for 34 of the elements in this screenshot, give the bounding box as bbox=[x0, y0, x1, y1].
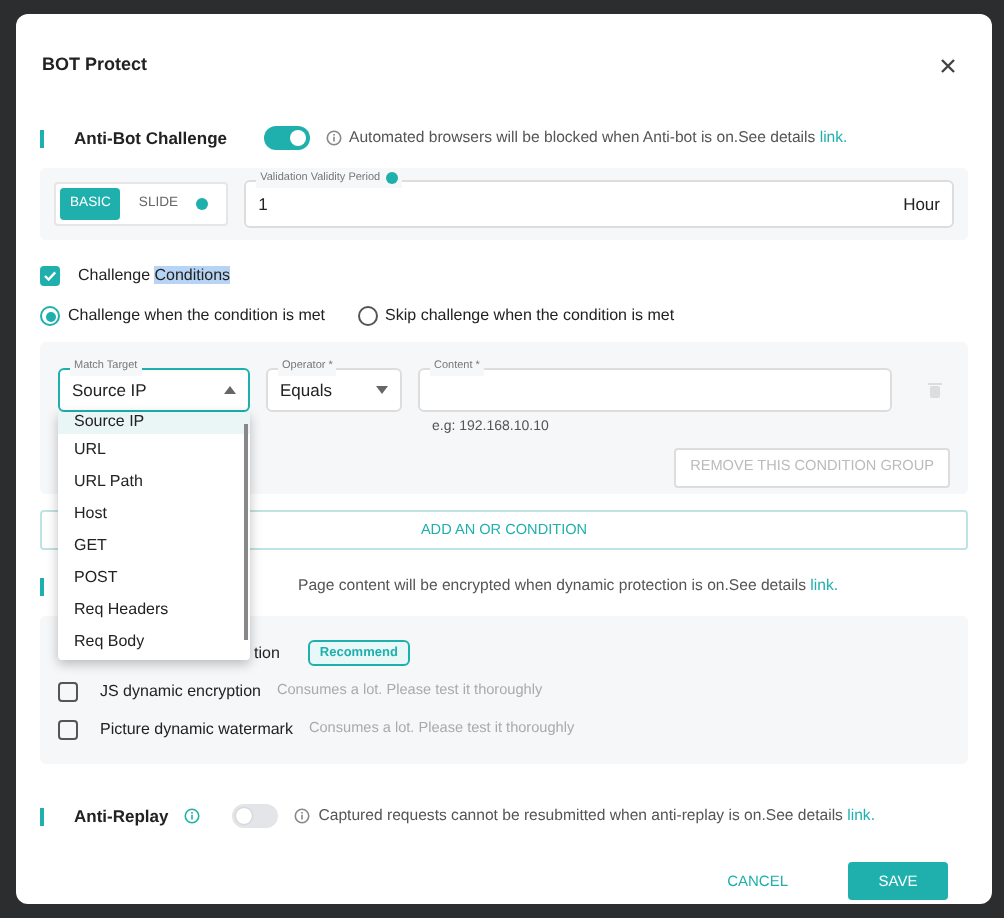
unit-label: Hour bbox=[903, 191, 940, 217]
checkbox-label: Challenge Conditions bbox=[78, 264, 231, 288]
info-icon bbox=[294, 808, 311, 824]
section-title: Anti-Replay bbox=[74, 803, 169, 829]
dialog-title: BOT Protect bbox=[42, 52, 148, 79]
radio-label: Skip challenge when the condition is met bbox=[385, 304, 675, 328]
dropdown-option[interactable]: Req Headers bbox=[58, 594, 250, 626]
checkbox[interactable] bbox=[58, 719, 78, 739]
info-icon bbox=[184, 808, 201, 824]
dropdown-option[interactable]: URL Path bbox=[58, 466, 250, 498]
radio-button[interactable] bbox=[357, 306, 378, 326]
option-label: Picture dynamic watermark bbox=[100, 717, 293, 741]
checkbox[interactable] bbox=[40, 266, 60, 286]
radio-button[interactable] bbox=[40, 306, 60, 326]
dropdown-option[interactable]: Req Body bbox=[58, 626, 250, 658]
checkbox[interactable] bbox=[58, 681, 78, 701]
option-label: JS dynamic encryption bbox=[100, 679, 261, 703]
info-icon bbox=[325, 130, 341, 146]
dropdown-option[interactable]: POST bbox=[58, 562, 250, 594]
toggle-switch[interactable] bbox=[232, 804, 279, 828]
field-value: Equals bbox=[280, 377, 334, 403]
dropdown-option[interactable]: URL bbox=[58, 434, 250, 466]
caret-icon bbox=[376, 386, 388, 394]
field-value: 1 bbox=[258, 191, 270, 217]
dropdown-option[interactable]: Source IP bbox=[58, 412, 250, 434]
toggle-switch[interactable] bbox=[263, 126, 309, 150]
help-icon bbox=[196, 198, 209, 210]
radio-label: Challenge when the condition is met bbox=[68, 304, 326, 328]
close-icon[interactable] bbox=[940, 58, 956, 74]
field-value: Source IP bbox=[72, 377, 149, 403]
section-title: Anti-Bot Challenge bbox=[74, 125, 227, 151]
option-label: tion bbox=[254, 641, 280, 665]
help-icon bbox=[386, 171, 399, 184]
caret-icon bbox=[224, 386, 236, 394]
